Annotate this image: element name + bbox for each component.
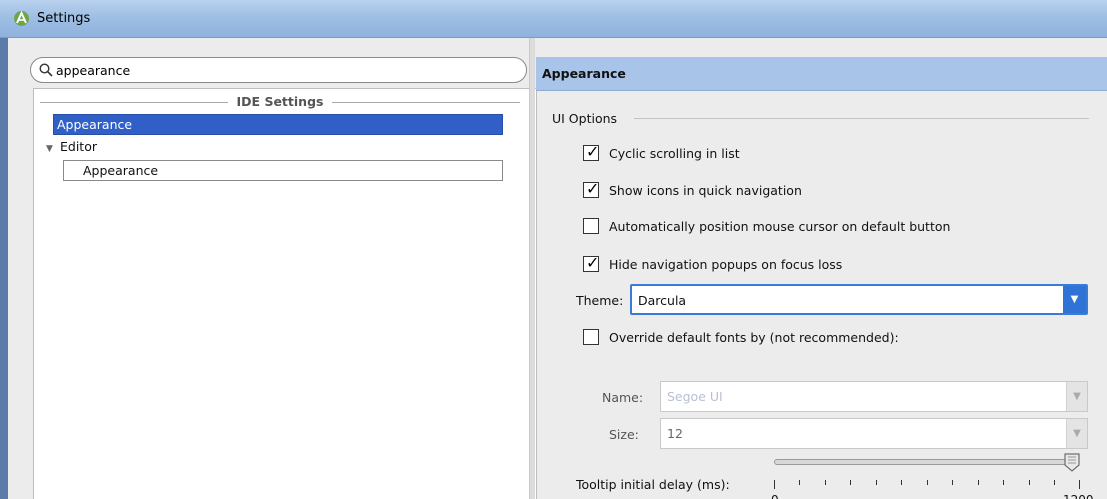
checkbox-label: Automatically position mouse cursor on d… (609, 219, 951, 234)
chevron-down-icon[interactable]: ▼ (1063, 286, 1086, 313)
checkbox-box[interactable] (583, 218, 599, 234)
tree-item-label: Editor (59, 139, 97, 154)
theme-dropdown[interactable]: Darcula ▼ (630, 284, 1088, 315)
group-label: IDE Settings (236, 94, 324, 109)
title-bar: Settings (0, 0, 1107, 38)
font-size-dropdown: 12 ▼ (660, 418, 1088, 449)
expand-arrow-icon[interactable]: ▼ (46, 139, 56, 159)
search-icon (39, 63, 53, 77)
window-title: Settings (37, 11, 91, 26)
slider-max-label: 1200 (1063, 493, 1094, 499)
chevron-down-icon: ▼ (1066, 382, 1087, 411)
android-studio-icon (14, 10, 29, 26)
font-name-label: Name: (602, 390, 644, 405)
settings-tree: IDE Settings Appearance ▼ Editor Appeara… (33, 88, 537, 499)
settings-search-box[interactable] (30, 57, 527, 83)
font-name-value: Segoe UI (667, 389, 723, 404)
checkbox-label: Override default fonts by (not recommend… (609, 330, 899, 345)
tree-item-editor[interactable]: ▼ Editor (46, 137, 346, 158)
slider-ticks (774, 480, 1080, 490)
slider-min-label: 0 (771, 493, 779, 499)
slider-track[interactable] (774, 459, 1079, 465)
tooltip-delay-label: Tooltip initial delay (ms): (576, 477, 730, 492)
font-size-label: Size: (609, 427, 639, 442)
settings-detail-pane: Appearance UI Options ✓ Cyclic scrolling… (536, 57, 1107, 499)
checkbox-box[interactable]: ✓ (583, 142, 600, 161)
checkmark-icon: ✓ (586, 179, 600, 198)
search-input[interactable] (56, 61, 516, 79)
tree-item-appearance[interactable]: Appearance (53, 114, 503, 135)
pane-splitter[interactable] (529, 38, 535, 499)
section-title: UI Options (552, 111, 618, 126)
checkmark-icon: ✓ (586, 142, 600, 161)
font-name-dropdown: Segoe UI ▼ (660, 381, 1088, 412)
checkbox-label: Show icons in quick navigation (609, 183, 802, 198)
slider-thumb[interactable] (1064, 453, 1080, 472)
tooltip-delay-slider[interactable]: 0 1200 (766, 453, 1096, 499)
checkbox-label: Cyclic scrolling in list (609, 146, 740, 161)
checkmark-icon: ✓ (586, 253, 600, 272)
ide-settings-group-header: IDE Settings (40, 94, 520, 109)
tree-item-editor-appearance[interactable]: Appearance (63, 160, 503, 181)
checkbox-box[interactable] (583, 329, 599, 345)
settings-navigation-pane: IDE Settings Appearance ▼ Editor Appeara… (30, 57, 537, 499)
section-divider (634, 118, 1089, 119)
theme-value: Darcula (638, 293, 687, 308)
font-size-value: 12 (667, 426, 683, 441)
checkbox-box[interactable]: ✓ (583, 253, 600, 272)
checkbox-label: Hide navigation popups on focus loss (609, 257, 843, 272)
theme-label: Theme: (576, 293, 624, 308)
chevron-down-icon: ▼ (1066, 419, 1087, 448)
checkbox-box[interactable]: ✓ (583, 179, 600, 198)
page-title: Appearance (536, 57, 1107, 91)
settings-content: IDE Settings Appearance ▼ Editor Appeara… (8, 38, 1107, 499)
